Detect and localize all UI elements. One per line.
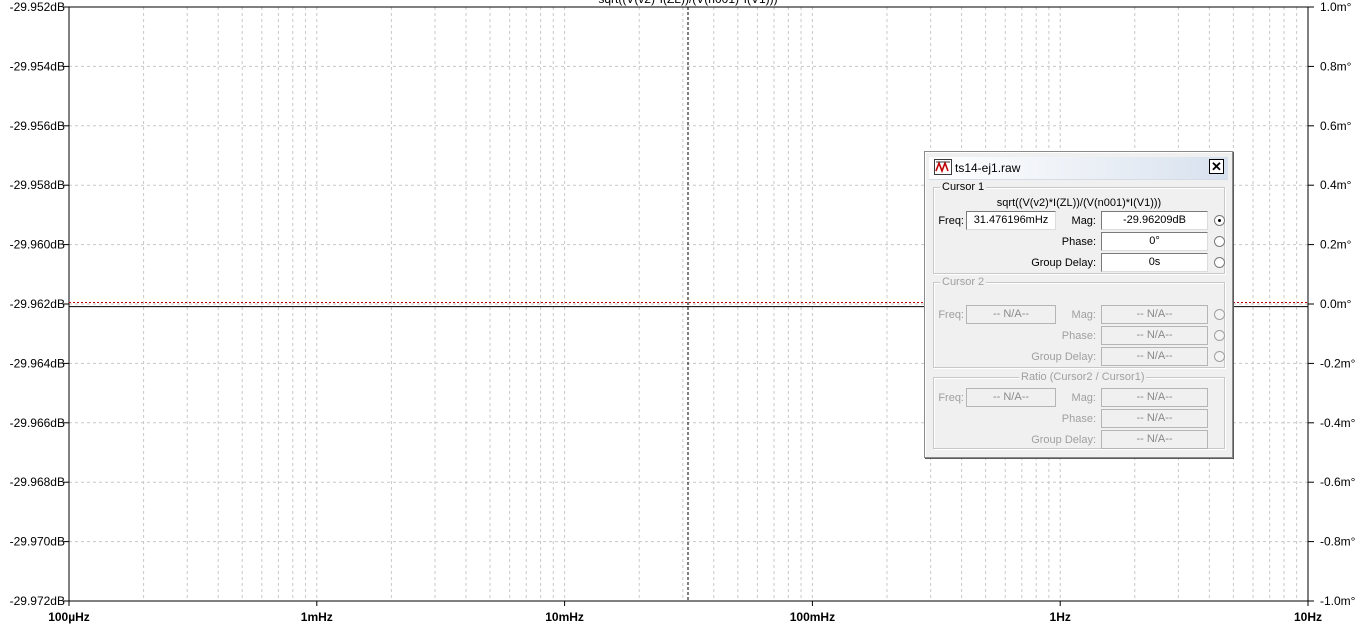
x-tick-label: 1Hz	[1050, 610, 1071, 624]
ratio-mag-field[interactable]: -- N/A--	[1101, 388, 1208, 407]
cursor1-mag-field[interactable]: -29.96209dB	[1101, 211, 1208, 230]
x-tick-label: 10Hz	[1294, 610, 1322, 624]
x-tick-label: 10mHz	[545, 610, 584, 624]
y2-tick-label: -0.2m°	[1320, 356, 1356, 370]
ratio-gd-field[interactable]: -- N/A--	[1101, 430, 1208, 449]
cursor2-phase-field[interactable]: -- N/A--	[1101, 326, 1208, 345]
cursor2-gd-radio[interactable]	[1214, 351, 1225, 362]
y2-tick-label: 0.2m°	[1320, 238, 1352, 252]
x-tick-label: 100µHz	[48, 610, 90, 624]
y-tick-label: -29.952dB	[10, 0, 65, 14]
x-tick-label: 1mHz	[301, 610, 333, 624]
y-tick-label: -29.964dB	[10, 356, 65, 370]
y-tick-label: -29.968dB	[10, 475, 65, 489]
cursor2-mag-radio[interactable]	[1214, 309, 1225, 320]
dialog-title: ts14-ej1.raw	[955, 161, 1021, 175]
cursor2-mag-label: Mag:	[1071, 309, 1096, 321]
cursor1-phase-field[interactable]: 0°	[1101, 232, 1208, 251]
ratio-phase-field[interactable]: -- N/A--	[1101, 409, 1208, 428]
y-tick-label: -29.958dB	[10, 178, 65, 192]
cursor1-freq-field[interactable]: 31.476196mHz	[966, 211, 1056, 230]
cursor2-freq-label: Freq:	[938, 309, 964, 321]
cursor1-gd-label: Group Delay:	[1031, 257, 1096, 269]
ratio-phase-label: Phase:	[1061, 413, 1096, 425]
ratio-group: Ratio (Cursor2 / Cursor1) Freq: -- N/A--…	[933, 371, 1225, 449]
ratio-freq-field[interactable]: -- N/A--	[966, 388, 1056, 407]
ratio-freq-label: Freq:	[938, 392, 964, 404]
cursor2-group: Cursor 2 Freq: -- N/A-- Mag: -- N/A-- Ph…	[933, 276, 1225, 368]
cursor2-mag-field[interactable]: -- N/A--	[1101, 305, 1208, 324]
cursor1-gd-radio[interactable]	[1214, 257, 1225, 268]
cursor1-mag-label: Mag:	[1071, 215, 1096, 227]
ratio-gd-label: Group Delay:	[1031, 434, 1096, 446]
close-button[interactable]: ✕	[1209, 159, 1224, 174]
cursor2-phase-radio[interactable]	[1214, 330, 1225, 341]
ratio-mag-label: Mag:	[1071, 392, 1096, 404]
ratio-legend: Ratio (Cursor2 / Cursor1)	[1019, 371, 1147, 383]
y-tick-label: -29.970dB	[10, 535, 65, 549]
cursor2-phase-label: Phase:	[1061, 330, 1096, 342]
trace-title: sqrt((V(v2)*I(ZL))/(V(n001)*I(V1)))	[598, 0, 777, 6]
cursor1-expression: sqrt((V(v2)*I(ZL))/(V(n001)*I(V1)))	[996, 197, 1162, 209]
y-tick-label: -29.966dB	[10, 416, 65, 430]
y2-tick-label: 0.4m°	[1320, 178, 1352, 192]
cursor1-gd-field[interactable]: 0s	[1101, 253, 1208, 272]
x-tick-label: 100mHz	[790, 610, 835, 624]
cursor2-gd-label: Group Delay:	[1031, 351, 1096, 363]
y2-tick-label: 1.0m°	[1320, 0, 1352, 14]
y2-tick-label: 0.0m°	[1320, 297, 1352, 311]
cursor2-gd-field[interactable]: -- N/A--	[1101, 347, 1208, 366]
cursor2-freq-field[interactable]: -- N/A--	[966, 305, 1056, 324]
close-icon: ✕	[1211, 159, 1222, 174]
cursor2-legend: Cursor 2	[940, 276, 987, 288]
cursor1-freq-label: Freq:	[938, 215, 964, 227]
y-tick-label: -29.954dB	[10, 59, 65, 73]
ltspice-icon	[934, 159, 952, 175]
y2-tick-label: -0.6m°	[1320, 475, 1356, 489]
cursor1-group: Cursor 1 sqrt((V(v2)*I(ZL))/(V(n001)*I(V…	[933, 181, 1225, 274]
y2-tick-label: -0.8m°	[1320, 535, 1356, 549]
dialog-titlebar[interactable]: ts14-ej1.raw ✕	[929, 157, 1228, 180]
y-tick-label: -29.962dB	[10, 297, 65, 311]
y2-tick-label: 0.8m°	[1320, 59, 1352, 73]
y2-tick-label: -0.4m°	[1320, 416, 1356, 430]
y-tick-label: -29.960dB	[10, 238, 65, 252]
y2-tick-label: 0.6m°	[1320, 119, 1352, 133]
cursor1-legend: Cursor 1	[940, 181, 987, 193]
y-tick-label: -29.956dB	[10, 119, 65, 133]
cursor1-phase-label: Phase:	[1061, 236, 1096, 248]
y2-tick-label: -1.0m°	[1320, 594, 1356, 608]
cursor1-phase-radio[interactable]	[1214, 236, 1225, 247]
cursor-dialog: ts14-ej1.raw ✕ Cursor 1 sqrt((V(v2)*I(ZL…	[924, 151, 1233, 458]
cursor1-mag-radio[interactable]	[1214, 215, 1225, 226]
y-tick-label: -29.972dB	[10, 594, 65, 608]
